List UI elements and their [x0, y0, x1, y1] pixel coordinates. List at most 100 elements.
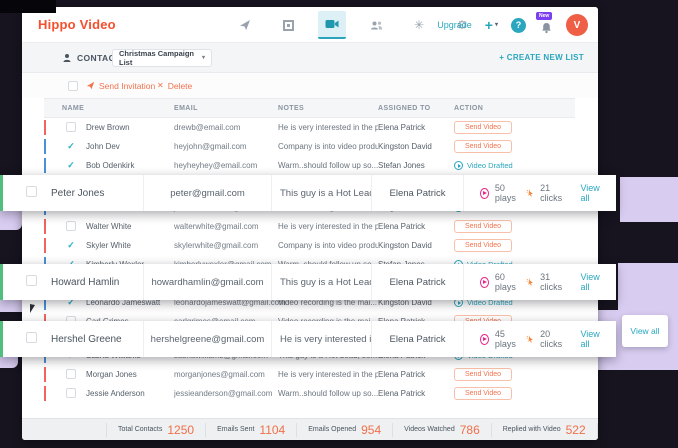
send-campaign-icon[interactable]	[232, 13, 258, 37]
table-row[interactable]: Drew Brown drewb@email.com He is very in…	[44, 118, 575, 137]
topbar-right-cluster: Upgrade +▾ ? New V	[437, 7, 588, 43]
background-window-fragment	[618, 263, 678, 311]
delete-button[interactable]: ✕ Delete	[157, 81, 192, 91]
send-video-button[interactable]: Send Video	[454, 387, 512, 400]
contacts-icon[interactable]	[363, 13, 389, 37]
contact-notes: Company is into video produ....	[278, 142, 378, 151]
contact-assigned: Elena Patrick	[371, 175, 463, 211]
new-badge: New	[536, 12, 552, 20]
contact-email: skylerwhite@gmail.com	[174, 241, 278, 250]
plays-icon	[480, 188, 489, 199]
create-plus-button[interactable]: +▾	[485, 17, 498, 33]
contact-assigned: Stefan Jones	[378, 161, 454, 170]
row-checkbox[interactable]	[66, 388, 76, 398]
send-video-button[interactable]: Send Video	[454, 220, 512, 233]
row-checkbox[interactable]	[66, 122, 76, 132]
view-all-link[interactable]: View all	[580, 329, 604, 349]
row-checkbox[interactable]: ✓	[66, 142, 76, 152]
clicks-count: 31 clicks	[540, 272, 566, 292]
background-window-fragment	[620, 177, 678, 222]
clicks-icon	[526, 277, 534, 287]
chevron-down-icon: ▾	[202, 54, 205, 61]
contact-email: peter@gmail.com	[143, 175, 271, 211]
send-video-button[interactable]: Send Video	[454, 140, 512, 153]
top-navigation-bar: Hippo Video ✳ ⚙ Upgrade +▾ ?	[22, 7, 598, 43]
view-all-link[interactable]: View all	[580, 183, 604, 203]
create-new-list-button[interactable]: + CREATE NEW LIST	[499, 53, 584, 62]
row-indicator	[44, 139, 46, 154]
clicks-count: 21 clicks	[540, 183, 566, 203]
column-header-email: EMAIL	[174, 105, 278, 112]
clicks-icon	[526, 188, 534, 198]
tab-videos-active[interactable]	[318, 11, 346, 39]
table-row[interactable]: ✓ Skyler White skylerwhite@gmail.com Com…	[44, 236, 575, 255]
row-indicator	[44, 120, 46, 135]
contact-name: Hershel Greene	[51, 334, 143, 345]
chevron-down-icon: ▾	[495, 21, 498, 28]
contact-assigned: Elena Patrick	[378, 389, 454, 398]
help-button[interactable]: ?	[511, 18, 526, 33]
row-checkbox[interactable]	[26, 332, 37, 343]
clicks-icon	[526, 334, 534, 344]
contact-assigned: Elena Patrick	[371, 321, 463, 357]
contact-name: Jessie Anderson	[86, 389, 174, 398]
table-row[interactable]: Jessie Anderson jessieanderson@gmail.com…	[44, 384, 575, 403]
send-video-button[interactable]: Send Video	[454, 239, 512, 252]
upgrade-link[interactable]: Upgrade	[437, 20, 472, 30]
view-all-link[interactable]: View all	[580, 272, 604, 292]
contact-email: walterwhite@gmail.com	[174, 222, 278, 231]
integrations-icon[interactable]: ✳	[406, 13, 432, 37]
contact-name: Skyler White	[86, 241, 174, 250]
contact-assigned: Elena Patrick	[378, 370, 454, 379]
contact-assigned: Kingston David	[378, 142, 454, 151]
contact-name: John Dev	[86, 142, 174, 151]
contact-name: Bob Odenkirk	[86, 161, 174, 170]
action-cell: Send Video	[454, 140, 575, 153]
table-row[interactable]: Walter White walterwhite@gmail.com He is…	[44, 217, 575, 236]
row-checkbox[interactable]	[26, 186, 37, 197]
contact-assigned: Kingston David	[378, 241, 454, 250]
contact-notes: He is very interested in the prod...	[278, 222, 378, 231]
record-screen-icon[interactable]	[275, 13, 301, 37]
highlighted-row-howard-hamlin[interactable]: Howard Hamlin howardhamlin@gmail.com Thi…	[0, 264, 616, 300]
row-checkbox[interactable]	[66, 221, 76, 231]
contact-name: Drew Brown	[86, 123, 174, 132]
table-row[interactable]: ✓ Bob Odenkirk heyheyhey@email.com Warm.…	[44, 156, 575, 175]
user-avatar[interactable]: V	[566, 14, 588, 36]
contact-name: Howard Hamlin	[51, 277, 143, 288]
contact-notes: Warm..should follow up so...	[278, 389, 378, 398]
view-all-callout[interactable]: View all	[622, 315, 668, 347]
stat-total-contacts: Total Contacts1250	[106, 423, 205, 437]
stat-emails-sent: Emails Sent1104	[205, 423, 296, 437]
close-icon: ✕	[157, 81, 164, 90]
person-icon	[62, 53, 72, 63]
table-header-row: NAME EMAIL NOTES ASSIGNED TO ACTION	[44, 98, 575, 118]
contact-email: morganjones@gmail.com	[174, 370, 278, 379]
table-row[interactable]: Morgan Jones morganjones@gmail.com He is…	[44, 365, 575, 384]
column-header-assigned: ASSIGNED TO	[378, 105, 454, 112]
row-checkbox[interactable]	[66, 369, 76, 379]
video-stats: 45 plays 20 clicks View all	[463, 321, 616, 357]
row-indicator	[44, 238, 46, 253]
row-indicator	[44, 158, 46, 173]
plays-count: 60 plays	[495, 272, 521, 292]
send-invitation-button[interactable]: Send Invitation	[86, 81, 155, 91]
column-header-action: ACTION	[454, 105, 575, 112]
send-video-button[interactable]: Send Video	[454, 121, 512, 134]
highlighted-row-peter-jones[interactable]: Peter Jones peter@gmail.com This guy is …	[0, 175, 616, 211]
contact-notes: He is very interested in the prod...	[271, 321, 371, 357]
notifications-bell[interactable]: New	[539, 16, 553, 34]
table-row[interactable]: ✓ John Dev heyjohn@gmail.com Company is …	[44, 137, 575, 156]
list-selector-dropdown[interactable]: Christmas Campaign List ▾	[112, 49, 212, 67]
action-cell: Send Video	[454, 239, 575, 252]
row-checkbox[interactable]	[26, 275, 37, 286]
plays-icon	[480, 277, 489, 288]
play-circle-icon	[454, 161, 463, 170]
row-checkbox[interactable]: ✓	[66, 161, 76, 171]
action-cell: Send Video	[454, 121, 575, 134]
select-all-checkbox[interactable]	[68, 81, 78, 91]
send-video-button[interactable]: Send Video	[454, 368, 512, 381]
contact-notes: He is very interested in the prod...	[278, 370, 378, 379]
highlighted-row-hershel-greene[interactable]: Hershel Greene hershelgreene@gmail.com H…	[0, 321, 616, 357]
row-checkbox[interactable]: ✓	[66, 241, 76, 251]
